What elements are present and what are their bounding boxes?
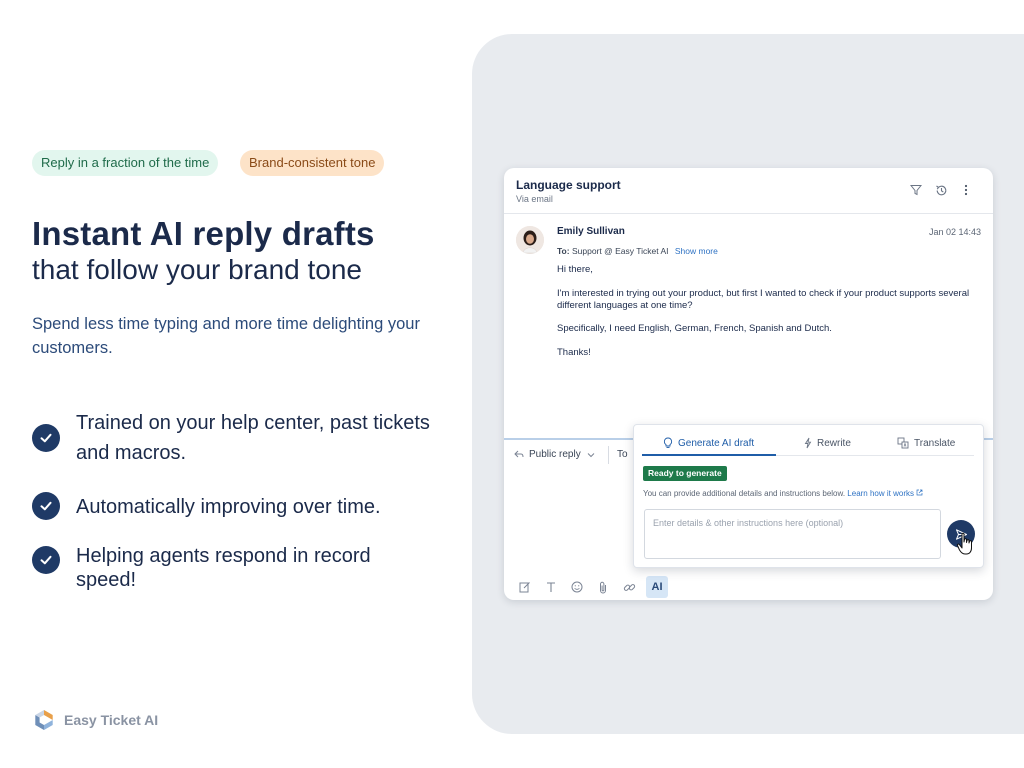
brand-footer: Easy Ticket AI <box>32 708 158 732</box>
lightbulb-icon <box>663 437 673 448</box>
learn-more-link[interactable]: Learn how it works <box>847 489 923 498</box>
ticket-header: Language support Via email <box>504 168 993 214</box>
tab-translate[interactable]: Translate <box>897 437 955 449</box>
tab-label: Generate AI draft <box>678 437 755 449</box>
avatar <box>516 226 544 254</box>
feature-text: Helping agents respond in record speed! <box>76 545 371 591</box>
message-paragraph: Hi there, <box>557 264 593 275</box>
tab-generate-ai-draft[interactable]: Generate AI draft <box>663 437 754 449</box>
lead-text: Spend less time typing and more time del… <box>32 315 420 357</box>
chevron-down-icon <box>587 452 595 457</box>
feature-text: Automatically improving over time. <box>76 496 381 518</box>
translate-icon <box>897 437 909 449</box>
checkmark-icon <box>32 492 60 520</box>
text-format-icon[interactable] <box>542 578 560 596</box>
recipient-value: Support @ Easy Ticket AI <box>571 246 669 256</box>
attachment-icon[interactable] <box>594 578 612 596</box>
tab-label: Rewrite <box>817 437 851 449</box>
instructions-hint: You can provide additional details and i… <box>643 489 923 498</box>
reply-mode-label: Public reply <box>529 449 581 460</box>
checkmark-icon <box>32 424 60 452</box>
composer-toolbar: AI <box>516 576 668 598</box>
feature-item-improving: Automatically improving over time. <box>32 492 432 522</box>
tab-label: Translate <box>914 437 956 449</box>
emoji-icon[interactable] <box>568 578 586 596</box>
hand-cursor-icon <box>956 532 976 556</box>
feature-item-help-center: Trained on your help center, past ticket… <box>32 408 432 468</box>
compose-icon[interactable] <box>516 578 534 596</box>
brand-name: Easy Ticket AI <box>64 712 159 728</box>
headline: Instant AI reply drafts <box>32 215 375 252</box>
message-date: Jan 02 14:43 <box>928 227 981 237</box>
status-badge: Ready to generate <box>643 466 727 481</box>
pill-reply-speed: Reply in a fraction of the time <box>32 150 219 176</box>
link-icon[interactable] <box>620 578 638 596</box>
external-link-icon <box>916 489 923 496</box>
reply-mode-dropdown[interactable]: Public reply <box>514 449 595 460</box>
history-icon[interactable] <box>934 183 948 197</box>
tab-rewrite[interactable]: Rewrite <box>804 437 851 449</box>
reply-separator <box>608 446 609 464</box>
filter-icon[interactable] <box>909 183 923 197</box>
pill-brand-tone: Brand-consistent tone <box>240 150 385 176</box>
checkmark-icon <box>32 546 60 574</box>
message-paragraph: Thanks! <box>557 347 591 358</box>
reply-to-label: To <box>617 449 628 460</box>
show-more-link[interactable]: Show more <box>675 246 718 256</box>
instructions-input[interactable]: Enter details & other instructions here … <box>644 509 941 559</box>
subheadline: that follow your brand tone <box>32 254 362 285</box>
ticket-channel: Via email <box>516 194 553 204</box>
to-label: To: <box>557 246 570 256</box>
more-options-icon[interactable] <box>959 183 973 197</box>
feature-text: Trained on your help center, past ticket… <box>76 412 430 464</box>
ai-assist-button[interactable]: AI <box>646 576 668 598</box>
message-paragraph: Specifically, I need English, German, Fr… <box>557 323 832 334</box>
instructions-placeholder: Enter details & other instructions here … <box>653 518 844 528</box>
ticket-title: Language support <box>516 178 621 192</box>
lightning-icon <box>804 437 812 449</box>
sender-name: Emily Sullivan <box>557 226 625 237</box>
recipient-line: To: Support @ Easy Ticket AI Show more <box>557 246 718 256</box>
reply-arrow-icon <box>514 450 524 458</box>
hint-text: You can provide additional details and i… <box>643 489 846 498</box>
ai-draft-panel: Generate AI draft Rewrite Translate Read… <box>633 424 984 568</box>
brand-logo-icon <box>32 708 56 732</box>
feature-item-speed: Helping agents respond in record speed! <box>32 544 432 592</box>
active-tab-indicator <box>642 454 776 456</box>
message-paragraph: I'm interested in trying out your produc… <box>557 288 970 311</box>
